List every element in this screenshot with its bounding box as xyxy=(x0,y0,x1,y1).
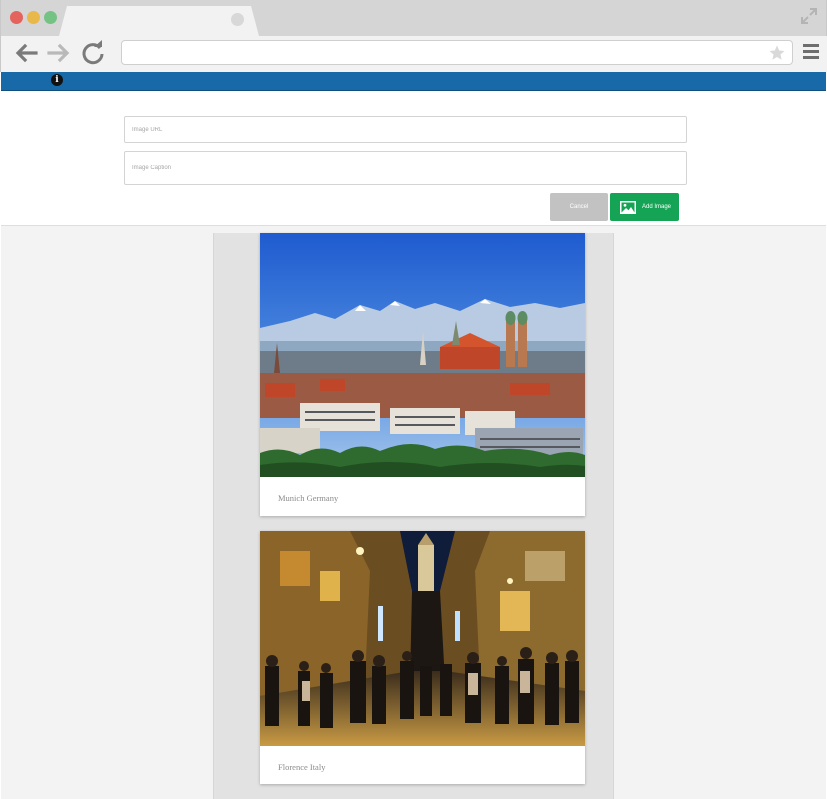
browser-toolbar xyxy=(1,36,827,72)
minimize-window-button[interactable] xyxy=(27,11,40,24)
menu-icon[interactable] xyxy=(803,44,819,59)
app-header-bar: i xyxy=(1,72,826,91)
image-caption-input[interactable] xyxy=(124,151,687,185)
forward-button[interactable] xyxy=(46,40,72,66)
close-window-button[interactable] xyxy=(10,11,23,24)
maximize-window-button[interactable] xyxy=(44,11,57,24)
star-icon[interactable] xyxy=(768,44,786,62)
florence-street-photo xyxy=(260,531,585,746)
florence-photo-illustration xyxy=(260,531,585,746)
reload-icon xyxy=(82,40,104,65)
add-image-button[interactable]: Add Image xyxy=(610,193,679,221)
card-caption: Florence Italy xyxy=(278,762,326,772)
photo-icon xyxy=(620,200,636,214)
munich-skyline-photo xyxy=(260,233,585,477)
back-arrow-icon xyxy=(15,43,38,63)
tab-close-button[interactable] xyxy=(231,13,244,26)
expand-icon[interactable] xyxy=(800,7,818,25)
cancel-label: Cancel xyxy=(569,204,589,210)
address-bar[interactable] xyxy=(121,40,793,65)
munich-photo-illustration xyxy=(260,233,585,477)
card-caption: Munich Germany xyxy=(278,493,339,503)
back-button[interactable] xyxy=(13,40,39,66)
browser-tab[interactable] xyxy=(59,6,259,36)
reload-button[interactable] xyxy=(80,40,106,66)
add-image-form: Cancel Add Image xyxy=(1,92,826,226)
info-icon[interactable]: i xyxy=(51,74,63,86)
image-url-input[interactable] xyxy=(124,116,687,143)
cancel-button[interactable]: Cancel xyxy=(550,193,608,221)
image-card[interactable]: Munich Germany xyxy=(260,233,585,516)
add-image-label: Add Image xyxy=(642,204,672,210)
forward-arrow-icon xyxy=(47,43,70,63)
browser-chrome xyxy=(0,0,827,72)
image-card[interactable]: Florence Italy xyxy=(260,531,585,784)
